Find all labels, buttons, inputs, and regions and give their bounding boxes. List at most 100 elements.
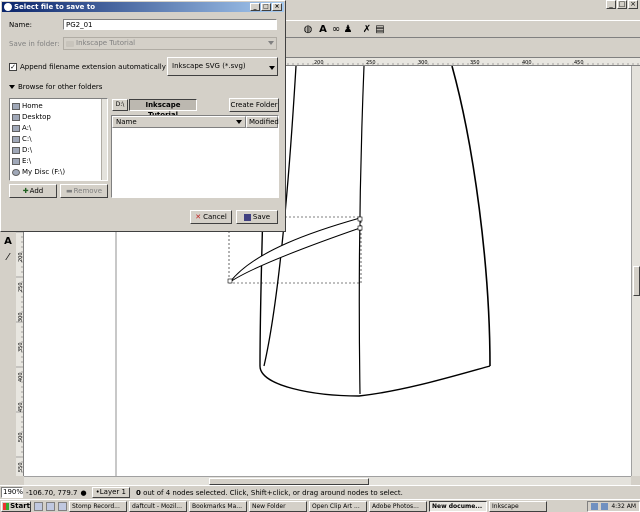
lock-icon[interactable]: ● [81,489,87,497]
expander-arrow-icon [9,85,15,89]
node-handle[interactable] [227,278,233,284]
save-in-label: Save in folder: [9,40,60,48]
text-tool-icon[interactable]: A [317,24,329,36]
save-button[interactable]: Save [236,210,278,224]
desktop-icon [12,114,20,121]
media-quicklaunch-icon[interactable] [58,501,67,511]
place-item-e-drive[interactable]: E:\ [12,156,31,166]
horizontal-scrollbar[interactable] [24,476,631,485]
place-item-d-drive[interactable]: D:\ [12,145,32,155]
vertical-scroll-thumb[interactable] [633,266,640,296]
network-icon[interactable] [591,502,599,510]
taskbar-button[interactable]: Open Clip Art ... [309,500,367,512]
append-extension-checkbox[interactable]: ✓ [9,63,17,71]
file-type-combo[interactable]: Inkscape SVG (*.svg) [167,57,278,76]
start-button[interactable]: Start [1,500,31,512]
add-place-button[interactable]: ✚Add [9,184,57,198]
dropper-tool-icon[interactable]: ⁄ [2,252,14,264]
clock[interactable]: 4:32 AM [611,503,636,510]
commands-toolbar: ◍ A ∞ ♟ ✗ ▤ [286,20,640,38]
infinity-icon[interactable]: ∞ [330,24,342,36]
selected-count: 0 [135,488,141,497]
close-window-button[interactable]: × [628,0,638,9]
remove-place-button[interactable]: ▬Remove [60,184,108,198]
browser-quicklaunch-icon[interactable] [46,501,55,511]
save-in-folder-combo[interactable]: Inkscape Tutorial [63,37,277,50]
file-list[interactable]: Name Modified [111,115,279,198]
path-button-current-folder[interactable]: Inkscape Tutorial [129,99,197,119]
cursor-coordinates: -106.70, 779.7 [26,488,78,497]
dialog-title: Select file to save to [14,3,96,11]
place-label: C:\ [22,135,32,143]
cd-icon [12,169,20,176]
cancel-button[interactable]: ✕ Cancel [190,210,232,224]
horizontal-ruler: 200 250 300 350 400 450 [286,58,640,66]
drive-icon [12,147,20,154]
place-item-a-drive[interactable]: A:\ [12,123,31,133]
sort-arrow-icon [236,120,242,124]
path-button-d-drive[interactable]: D:\ [112,99,128,111]
layer-selector[interactable]: •Layer 1 [91,487,130,498]
taskbar-button[interactable]: Bookmarks Ma... [189,500,247,512]
place-item-f-drive[interactable]: My Disc (F:\) [12,167,65,177]
body-outline-path[interactable] [259,66,491,397]
user-icon[interactable]: ♟ [342,24,354,36]
status-message-text: out of 4 nodes selected. Click, Shift+cl… [143,488,403,497]
taskbar-button[interactable]: Inkscape [489,500,547,512]
append-extension-label: Append filename extension automatically [20,63,166,71]
browse-folders-expander[interactable]: Browse for other folders [9,83,102,91]
vruler-ticks: 200250300350400450500550 [16,232,23,473]
name-label: Name: [9,21,33,29]
taskbar-button[interactable]: New Folder [249,500,307,512]
taskbar-button[interactable]: daftcult - Mozil... [129,500,187,512]
volume-icon[interactable] [601,502,609,510]
tools-icon[interactable]: ✗ [361,24,373,36]
taskbar-button[interactable]: New docume... [429,500,487,512]
zoom-tool-icon[interactable]: ◍ [302,24,314,36]
zoom-field[interactable]: 190% [1,487,23,498]
right-outline-path[interactable] [451,66,491,367]
window-controls: _ □ × [606,0,638,9]
controls-toolbar [286,38,640,58]
dialog-minimize-button[interactable]: _ [250,3,260,11]
remove-icon: ▬ [65,187,73,195]
filename-input[interactable] [63,19,277,30]
floppy-icon [12,125,20,132]
dialog-maximize-button[interactable]: □ [261,3,271,11]
minimize-button[interactable]: _ [606,0,616,9]
name-column-header[interactable]: Name [112,116,246,128]
vertical-scrollbar[interactable] [631,66,640,476]
remove-label: Remove [73,187,103,195]
start-label: Start [10,501,30,510]
modified-column-header[interactable]: Modified [246,116,279,128]
dialog-close-button[interactable]: × [272,3,282,11]
text-tool-icon[interactable]: A [2,236,14,248]
status-bar: 190% -106.70, 779.7 ● •Layer 1 0 out of … [0,485,640,499]
place-item-home[interactable]: Home [12,101,43,111]
horizontal-scroll-thumb[interactable] [209,478,369,485]
dialog-titlebar: Select file to save to _ □ × [2,2,284,12]
places-list: Home Desktop A:\ C:\ D:\ E:\ My Disc (F:… [9,98,108,181]
place-item-desktop[interactable]: Desktop [12,112,51,122]
maximize-button[interactable]: □ [617,0,627,9]
windows-logo-icon [3,502,10,510]
cancel-icon: ✕ [195,213,202,221]
document-icon[interactable]: ▤ [374,24,386,36]
place-item-c-drive[interactable]: C:\ [12,134,32,144]
taskbar-button[interactable]: Adobe Photos... [369,500,427,512]
create-folder-button[interactable]: Create Folder [229,98,279,112]
dialog-window-controls: _ □ × [250,3,282,11]
node-handle[interactable] [357,225,363,231]
node-handle[interactable] [357,216,363,222]
taskbar-button[interactable]: Stomp Record... [69,500,127,512]
status-message: 0 out of 4 nodes selected. Click, Shift+… [136,489,403,497]
show-desktop-icon[interactable] [34,501,43,511]
inkscape-app-icon [4,3,12,11]
place-label: Desktop [22,113,51,121]
name-column-label: Name [116,118,137,126]
places-scrollbar[interactable] [101,99,107,180]
chevron-down-icon [269,66,275,70]
file-type-value: Inkscape SVG (*.svg) [172,62,246,70]
windows-taskbar: Start Stomp Record... daftcult - Mozil...… [0,499,640,512]
tool-box: A ⁄ [0,232,16,476]
